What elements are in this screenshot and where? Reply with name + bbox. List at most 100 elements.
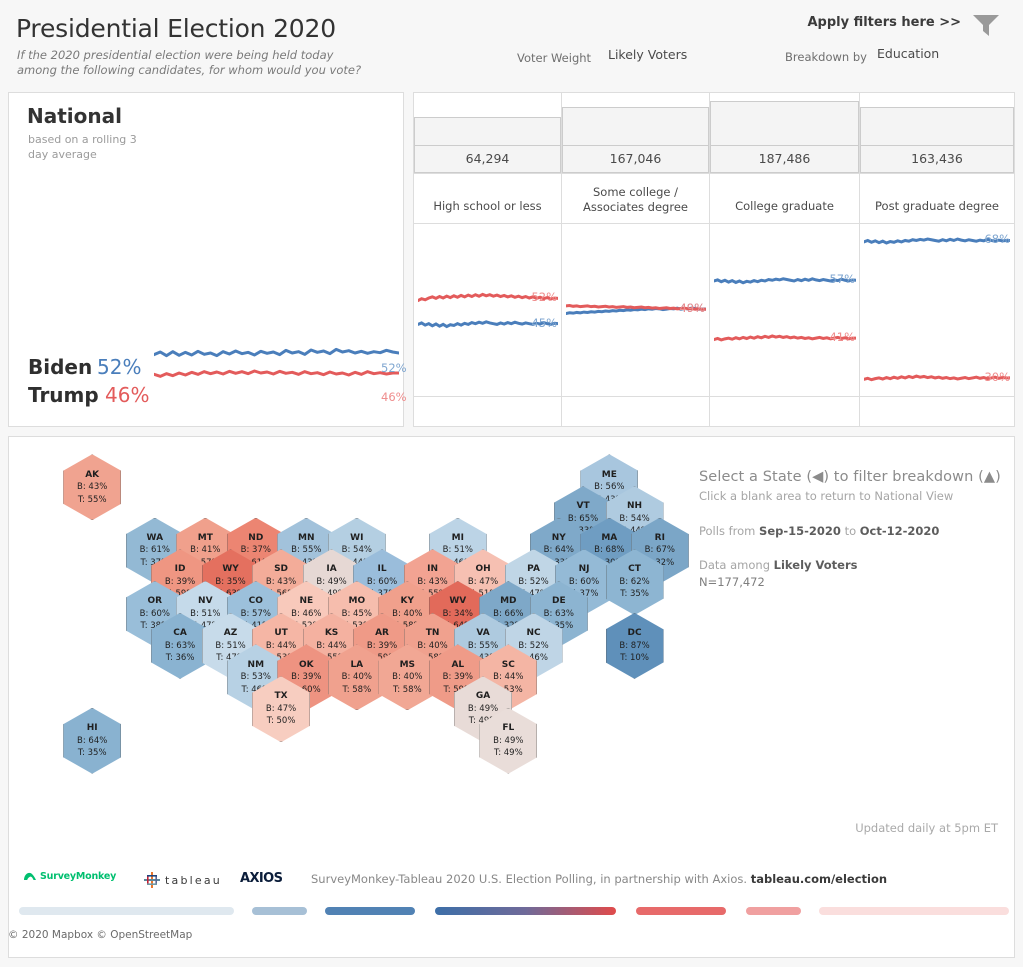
breakdown-count: 64,294 [414,145,561,173]
national-subtitle-line2: day average [28,148,97,161]
among-value: Likely Voters [773,558,858,572]
hex-fill [327,644,386,711]
apply-filters-label[interactable]: Apply filters here >> [807,15,961,30]
surveymonkey-logo-text: SurveyMonkey [40,870,117,882]
national-trend-chart[interactable] [154,333,399,393]
among-prefix: Data among [699,558,770,572]
breakdown-divider [562,223,709,224]
breakdown-count: 187,486 [710,145,859,173]
polls-to: Oct-12-2020 [859,524,940,538]
breakdown-by-label: Breakdown by [785,50,867,64]
breakdown-trump-label: 41% [829,330,855,345]
hex-map[interactable]: AK B: 43% T: 55% ME B: 56% T: 43% VT B: 65% T: 3… [9,437,709,857]
funnel-icon[interactable] [971,12,1001,38]
breakdown-divider [710,223,859,224]
national-line-biden [154,349,399,355]
national-chart-trump-label: 46% [381,390,407,404]
color-legend [19,905,1009,917]
mapbox-attribution: © 2020 Mapbox © OpenStreetMap [8,929,193,941]
breakdown-column[interactable]: 167,046 Some college / Associates degree 4… [562,93,710,426]
national-chart-biden-label: 52% [381,361,407,375]
breakdown-divider [414,173,561,174]
voter-weight-label: Voter Weight [517,51,592,65]
hex-state-tx[interactable]: TX B: 47% T: 50% [252,676,311,743]
breakdown-count-stack [562,107,709,145]
breakdown-category-name: Post graduate degree [875,199,999,213]
national-biden-name: Biden [28,355,93,379]
hex-fill [479,707,538,774]
hex-state-fl[interactable]: FL B: 49% T: 49% [479,707,538,774]
breakdown-category-name: Some college / Associates degree [583,185,688,214]
breakdown-divider [562,173,709,174]
breakdown-count-stack [860,107,1014,145]
legend-segment-0 [19,907,234,915]
breakdown-column[interactable]: 187,486 College graduate 57% 41% [710,93,860,426]
breakdown-count: 167,046 [562,145,709,173]
breakdown-trump-label: 30% [984,369,1010,384]
breakdown-column[interactable]: 64,294 High school or less 45% 52% [414,93,562,426]
legend-segment-3 [435,907,616,915]
hex-state-dc[interactable]: DC B: 87% T: 10% [605,612,664,679]
breakdown-by-value[interactable]: Education [877,46,939,61]
polls-prefix: Polls from [699,524,756,538]
breakdown-divider [860,223,1014,224]
hex-fill [252,676,311,743]
hex-state-hi[interactable]: HI B: 64% T: 35% [63,707,122,774]
breakdown-column[interactable]: 163,436 Post graduate degree 68% 30% [860,93,1014,426]
national-subtitle-line1: based on a rolling 3 [28,133,137,146]
hex-state-ak[interactable]: AK B: 43% T: 55% [63,454,122,521]
footer-credit-link[interactable]: tableau.com/election [751,872,887,886]
national-card: National based on a rolling 3 day averag… [8,92,407,511]
map-info-panel: Select a State (◀) to filter breakdown (… [699,469,1009,589]
national-line-trump [154,371,399,376]
legend-segment-1 [252,907,307,915]
surveymonkey-logo: SurveyMonkey [23,870,116,882]
breakdown-divider [860,173,1014,174]
hex-fill [605,549,664,616]
legend-segment-4 [636,907,726,915]
updated-timestamp: Updated daily at 5pm ET [855,821,998,835]
breakdown-trump-label: 49% [679,301,705,316]
hex-state-la[interactable]: LA B: 40% T: 58% [327,644,386,711]
breakdown-trend-chart[interactable] [714,226,856,396]
breakdown-count-stack [414,117,561,145]
hex-fill [151,612,210,679]
footer-credit: SurveyMonkey-Tableau 2020 U.S. Election … [311,872,887,886]
breakdown-trump-label: 52% [531,290,557,305]
breakdown-divider [860,396,1014,397]
hex-fill [63,707,122,774]
national-subtitle: based on a rolling 3 day average [28,132,178,162]
page-header: Presidential Election 2020 If the 2020 p… [0,0,1023,90]
breakdown-divider [710,396,859,397]
page-subtitle-line2: among the following candidates, for whom… [17,63,362,77]
breakdown-trend-chart[interactable] [418,226,558,396]
breakdown-count-stack [710,101,859,145]
hex-state-ms[interactable]: MS B: 40% T: 58% [378,644,437,711]
breakdown-divider [414,396,561,397]
hex-state-ct[interactable]: CT B: 62% T: 35% [605,549,664,616]
page-title: Presidential Election 2020 [16,14,336,43]
map-polls-range: Polls from Sep-15-2020 to Oct-12-2020 [699,524,1009,538]
page-subtitle-line1: If the 2020 presidential election were b… [17,48,334,62]
breakdown-biden-label: 68% [984,232,1010,247]
breakdown-count: 163,436 [860,145,1014,173]
hex-state-ca[interactable]: CA B: 63% T: 36% [151,612,210,679]
hex-fill [378,644,437,711]
tableau-logo: tableau [143,871,222,889]
tableau-logo-text: tableau [165,873,222,887]
national-title: National [27,104,122,128]
national-biden-value: 52% [97,355,142,379]
polls-mid: to [844,524,857,538]
national-trump-value: 46% [105,383,150,407]
axios-logo-text: AXIOS [240,871,283,886]
map-sample-size: N=177,472 [699,575,765,589]
footer-logos: SurveyMonkey tableau AXIOS SurveyMonkey-… [23,867,1003,893]
voter-weight-value[interactable]: Likely Voters [608,47,687,62]
legend-segment-2 [325,907,415,915]
map-card: AK B: 43% T: 55% ME B: 56% T: 43% VT B: 65% T: 3… [8,436,1015,958]
national-trump-name: Trump [28,383,99,407]
breakdown-biden-label: 45% [531,315,557,330]
legend-segment-5 [746,907,801,915]
legend-segment-6 [819,907,1009,915]
breakdown-category-name: College graduate [735,199,834,213]
